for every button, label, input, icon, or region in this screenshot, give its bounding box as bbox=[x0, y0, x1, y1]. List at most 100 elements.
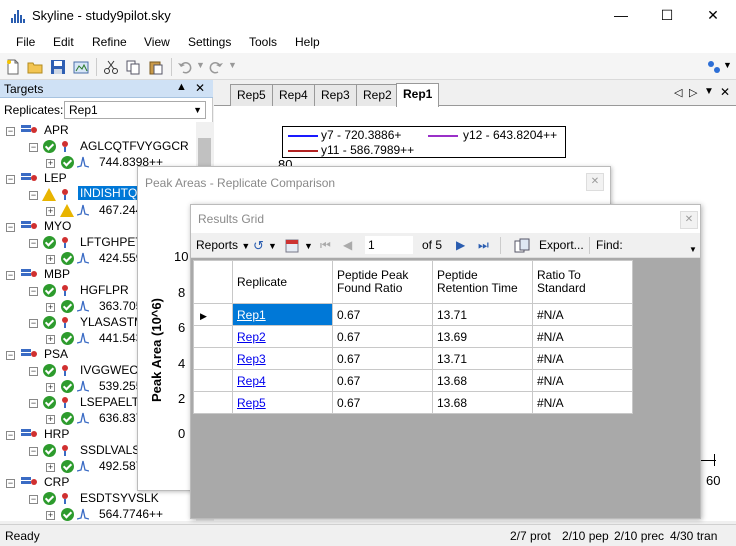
reports-button[interactable]: Reports ▼ bbox=[196, 238, 250, 252]
cell-peak-found-ratio[interactable]: 0.67 bbox=[332, 347, 433, 370]
col-header-replicate[interactable]: Replicate bbox=[232, 260, 333, 304]
redo-icon[interactable] bbox=[208, 59, 224, 75]
expand-icon[interactable]: + bbox=[46, 463, 55, 472]
table-row[interactable]: Rep3 0.67 13.71 #N/A bbox=[193, 347, 633, 370]
cut-icon[interactable] bbox=[103, 59, 119, 75]
replicate-link[interactable]: Rep3 bbox=[237, 352, 266, 366]
maximize-button[interactable]: ☐ bbox=[644, 0, 690, 31]
expand-icon[interactable]: + bbox=[46, 415, 55, 424]
row-header[interactable] bbox=[193, 369, 233, 392]
export-icon[interactable] bbox=[514, 238, 530, 254]
collapse-icon[interactable]: − bbox=[29, 239, 38, 248]
collapse-icon[interactable]: − bbox=[6, 175, 15, 184]
integration-dropdown-icon[interactable]: ▼ bbox=[723, 60, 732, 70]
collapse-icon[interactable]: − bbox=[29, 143, 38, 152]
cell-peak-found-ratio[interactable]: 0.67 bbox=[332, 369, 433, 392]
cell-replicate[interactable]: Rep4 bbox=[232, 369, 333, 392]
replicates-select[interactable]: Rep1 ▼ bbox=[64, 101, 206, 119]
next-page-icon[interactable]: ▶ bbox=[456, 238, 465, 252]
tab-rep4[interactable]: Rep4 bbox=[272, 84, 315, 106]
collapse-icon[interactable]: − bbox=[6, 127, 15, 136]
collapse-icon[interactable]: − bbox=[6, 351, 15, 360]
cell-replicate[interactable]: Rep1 bbox=[232, 303, 333, 326]
results-grid-titlebar[interactable]: Results Grid ✕ bbox=[191, 205, 700, 233]
cell-retention-time[interactable]: 13.68 bbox=[432, 369, 533, 392]
row-header[interactable] bbox=[193, 347, 233, 370]
cell-ratio-to-standard[interactable]: #N/A bbox=[532, 347, 633, 370]
cell-ratio-to-standard[interactable]: #N/A bbox=[532, 325, 633, 348]
scroll-right-icon[interactable]: ▷ bbox=[689, 86, 697, 99]
collapse-icon[interactable]: − bbox=[29, 495, 38, 504]
table-row[interactable]: Rep4 0.67 13.68 #N/A bbox=[193, 369, 633, 392]
import-results-icon[interactable] bbox=[73, 59, 89, 75]
prev-page-icon[interactable]: ◀ bbox=[343, 238, 352, 252]
menu-edit[interactable]: Edit bbox=[53, 35, 74, 49]
cell-replicate[interactable]: Rep3 bbox=[232, 347, 333, 370]
integration-icon[interactable] bbox=[706, 59, 722, 75]
replicate-link[interactable]: Rep1 bbox=[237, 308, 266, 322]
collapse-icon[interactable]: − bbox=[6, 223, 15, 232]
copy-icon[interactable] bbox=[125, 59, 141, 75]
tab-rep2[interactable]: Rep2 bbox=[356, 84, 399, 106]
expand-icon[interactable]: + bbox=[46, 511, 55, 520]
menu-tools[interactable]: Tools bbox=[249, 35, 277, 49]
tab-rep3[interactable]: Rep3 bbox=[314, 84, 357, 106]
col-header-ratio-to-standard[interactable]: Ratio To Standard bbox=[532, 260, 633, 304]
collapse-icon[interactable]: − bbox=[6, 431, 15, 440]
cell-replicate[interactable]: Rep2 bbox=[232, 325, 333, 348]
menu-file[interactable]: File bbox=[16, 35, 35, 49]
collapse-icon[interactable]: − bbox=[29, 447, 38, 456]
pivot-dropdown-icon[interactable]: ▼ bbox=[268, 241, 277, 251]
col-header-retention-time[interactable]: Peptide Retention Time bbox=[432, 260, 533, 304]
replicate-link[interactable]: Rep5 bbox=[237, 396, 266, 410]
undo-icon[interactable] bbox=[177, 59, 193, 75]
tab-close-icon[interactable]: ✕ bbox=[720, 85, 730, 99]
new-document-icon[interactable] bbox=[5, 59, 21, 75]
current-row-marker[interactable]: ▶ bbox=[193, 303, 233, 326]
pivot-icon[interactable]: ↺ bbox=[253, 238, 264, 254]
expand-icon[interactable]: + bbox=[46, 303, 55, 312]
panel-close-icon[interactable]: ✕ bbox=[195, 81, 205, 95]
cell-retention-time[interactable]: 13.71 bbox=[432, 347, 533, 370]
save-icon[interactable] bbox=[50, 59, 66, 75]
collapse-icon[interactable]: − bbox=[29, 399, 38, 408]
collapse-icon[interactable]: − bbox=[29, 319, 38, 328]
open-folder-icon[interactable] bbox=[27, 59, 43, 75]
cell-retention-time[interactable]: 13.71 bbox=[432, 303, 533, 326]
pin-icon[interactable]: ▲ bbox=[176, 81, 187, 93]
menu-settings[interactable]: Settings bbox=[188, 35, 231, 49]
cell-ratio-to-standard[interactable]: #N/A bbox=[532, 369, 633, 392]
export-button[interactable]: Export... bbox=[539, 238, 584, 252]
cell-ratio-to-standard[interactable]: #N/A bbox=[532, 391, 633, 414]
cell-peak-found-ratio[interactable]: 0.67 bbox=[332, 325, 433, 348]
row-header[interactable] bbox=[193, 391, 233, 414]
cell-retention-time[interactable]: 13.69 bbox=[432, 325, 533, 348]
table-row[interactable]: ▶ Rep1 0.67 13.71 #N/A bbox=[193, 303, 633, 326]
tab-rep1[interactable]: Rep1 bbox=[396, 83, 440, 107]
expand-icon[interactable]: + bbox=[46, 383, 55, 392]
row-header[interactable] bbox=[193, 325, 233, 348]
tab-rep5[interactable]: Rep5 bbox=[230, 84, 273, 106]
undo-dropdown-icon[interactable]: ▼ bbox=[196, 60, 205, 70]
collapse-icon[interactable]: − bbox=[6, 479, 15, 488]
paste-icon[interactable] bbox=[148, 59, 164, 75]
cell-retention-time[interactable]: 13.68 bbox=[432, 391, 533, 414]
cell-replicate[interactable]: Rep5 bbox=[232, 391, 333, 414]
first-page-icon[interactable]: ⏮ bbox=[320, 238, 331, 253]
toolbar-overflow-icon[interactable]: ▼ bbox=[689, 245, 697, 254]
cell-peak-found-ratio[interactable]: 0.67 bbox=[332, 391, 433, 414]
replicate-link[interactable]: Rep4 bbox=[237, 374, 266, 388]
table-row[interactable]: Rep5 0.67 13.68 #N/A bbox=[193, 391, 633, 414]
replicate-link[interactable]: Rep2 bbox=[237, 330, 266, 344]
collapse-icon[interactable]: − bbox=[29, 191, 38, 200]
peak-areas-titlebar[interactable]: Peak Areas - Replicate Comparison ✕ bbox=[138, 167, 610, 197]
expand-icon[interactable]: + bbox=[46, 335, 55, 344]
last-page-icon[interactable]: ⏭ bbox=[478, 238, 489, 253]
col-header-peak-found-ratio[interactable]: Peptide Peak Found Ratio bbox=[332, 260, 433, 304]
menu-help[interactable]: Help bbox=[295, 35, 320, 49]
filter-icon[interactable] bbox=[284, 238, 300, 254]
redo-dropdown-icon[interactable]: ▼ bbox=[228, 60, 237, 70]
page-number-input[interactable]: 1 bbox=[365, 236, 413, 254]
menu-view[interactable]: View bbox=[144, 35, 170, 49]
collapse-icon[interactable]: − bbox=[29, 287, 38, 296]
